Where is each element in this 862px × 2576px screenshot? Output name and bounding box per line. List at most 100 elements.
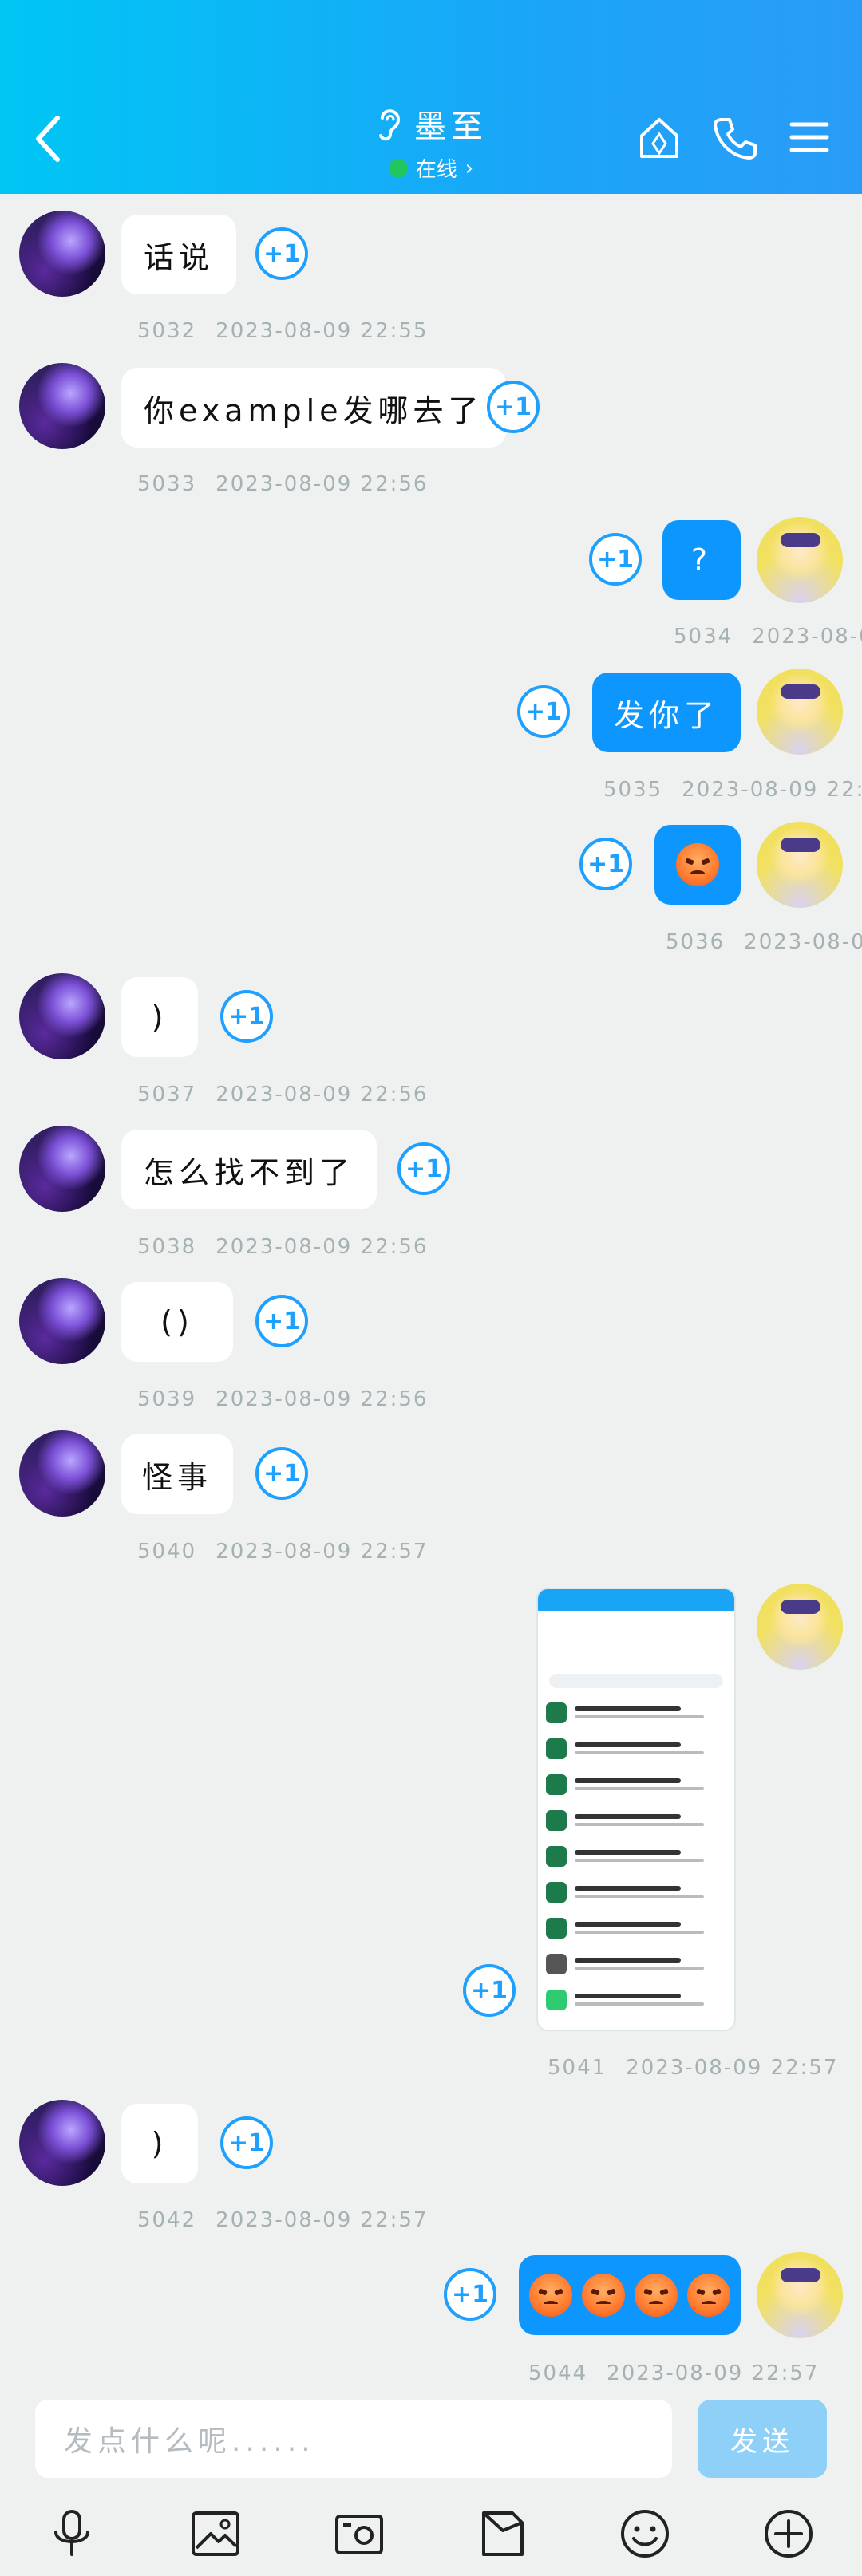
emoji-bubble[interactable] — [519, 2255, 741, 2335]
camera-icon[interactable] — [332, 2507, 386, 2561]
screenshot-file-row — [538, 1766, 734, 1802]
screenshot-header — [538, 1611, 734, 1667]
home-icon[interactable] — [635, 113, 683, 161]
message-id: 5044 — [528, 2361, 588, 2385]
message-bubble[interactable]: 怎么找不到了 — [121, 1130, 378, 1209]
message-meta: 5037 2023-08-09 22:56 — [137, 1083, 447, 1107]
message-id: 5032 — [137, 319, 197, 343]
chat-header: 墨至 在线 › — [0, 0, 862, 194]
message-id: 5035 — [603, 778, 663, 802]
message-bubble[interactable]: 怪事 — [121, 1434, 233, 1514]
screenshot-searchbar — [549, 1674, 723, 1688]
message-bubble[interactable]: () — [121, 1282, 233, 1362]
plus-one-button[interactable]: +1 — [463, 1964, 516, 2017]
plus-one-button[interactable]: +1 — [255, 227, 308, 280]
contact-avatar[interactable] — [19, 1126, 105, 1212]
mic-icon[interactable] — [45, 2507, 99, 2561]
contact-name: 墨至 — [414, 108, 488, 145]
message-time: 2023-08-09 22:57 — [607, 2361, 820, 2385]
message-meta: 5042 2023-08-09 22:57 — [137, 2208, 447, 2232]
message-bubble[interactable]: 发你了 — [592, 673, 741, 752]
message-id: 5038 — [137, 1235, 197, 1259]
contact-avatar[interactable] — [19, 363, 105, 449]
message-id: 5033 — [137, 472, 197, 496]
online-dot-icon — [388, 158, 408, 178]
composer-toolbar — [0, 2499, 862, 2570]
screenshot-image[interactable] — [536, 1588, 736, 2031]
plus-one-button[interactable]: +1 — [517, 685, 570, 738]
phone-icon[interactable] — [710, 113, 758, 161]
plus-one-button[interactable]: +1 — [220, 2116, 273, 2169]
status-text: 在线 — [415, 158, 457, 182]
contact-avatar[interactable] — [19, 211, 105, 297]
plus-one-button[interactable]: +1 — [487, 381, 540, 433]
message-bubble[interactable]: 话说 — [121, 215, 237, 294]
chat-title[interactable]: 墨至 — [374, 101, 488, 147]
message-id: 5040 — [137, 1540, 197, 1564]
message-meta: 5033 2023-08-09 22:56 — [137, 472, 447, 496]
message-id: 5042 — [137, 2208, 197, 2232]
plus-one-button[interactable]: +1 — [579, 838, 632, 890]
emoji-icon[interactable] — [618, 2507, 672, 2561]
message-bubble[interactable]: ? — [662, 520, 741, 600]
message-time: 2023-08-09 22:55 — [216, 319, 429, 343]
ear-icon — [379, 109, 401, 141]
message-meta: 5041 2023-08-09 22:57 — [548, 2056, 857, 2080]
contact-avatar[interactable] — [19, 973, 105, 1059]
message-time: 2023-08-09 22:57 — [216, 1540, 429, 1564]
message-meta: 5035 2023-08-09 22:56 — [603, 778, 862, 802]
send-button[interactable]: 发送 — [698, 2400, 827, 2478]
angry-face-icon — [687, 2274, 730, 2317]
contact-avatar[interactable] — [19, 2100, 105, 2186]
message-time: 2023-08-09 22:56 — [216, 472, 429, 496]
screenshot-file-row — [538, 1982, 734, 2018]
contact-avatar[interactable] — [19, 1430, 105, 1517]
my-avatar[interactable] — [757, 2252, 843, 2338]
contact-avatar[interactable] — [19, 1278, 105, 1364]
message-id: 5041 — [548, 2056, 607, 2080]
my-avatar[interactable] — [757, 822, 843, 908]
message-id: 5034 — [674, 625, 733, 649]
message-time: 2023-08-09 22:56 — [216, 1235, 429, 1259]
message-meta: 5038 2023-08-09 22:56 — [137, 1235, 447, 1259]
message-meta: 5044 2023-08-09 22:57 — [528, 2361, 838, 2385]
screenshot-file-row — [538, 1730, 734, 1766]
my-avatar[interactable] — [757, 517, 843, 603]
screenshot-file-row — [538, 1910, 734, 1946]
message-time: 2023-08-09 22:57 — [216, 2208, 429, 2232]
plus-one-button[interactable]: +1 — [255, 1447, 308, 1500]
plus-one-button[interactable]: +1 — [444, 2268, 496, 2321]
plus-one-button[interactable]: +1 — [589, 533, 642, 586]
chevron-right-icon: › — [465, 156, 474, 180]
plus-icon[interactable] — [761, 2507, 816, 2561]
screenshot-file-row — [538, 1694, 734, 1730]
angry-face-icon — [676, 843, 719, 886]
my-avatar[interactable] — [757, 669, 843, 755]
menu-icon[interactable] — [785, 113, 833, 161]
message-meta: 5036 2023-08-09 — [666, 930, 862, 954]
message-time: 2023-08-09 22:57 — [626, 2056, 839, 2080]
screenshot-statusbar — [538, 1589, 734, 1611]
message-bubble[interactable]: ) — [121, 2104, 198, 2183]
online-status[interactable]: 在线 › — [388, 153, 474, 183]
screenshot-file-row — [538, 1802, 734, 1838]
image-icon[interactable] — [188, 2507, 243, 2561]
emoji-bubble[interactable] — [654, 825, 741, 905]
angry-face-icon — [529, 2274, 572, 2317]
file-icon[interactable] — [476, 2507, 530, 2561]
message-bubble[interactable]: ) — [121, 977, 198, 1057]
message-id: 5037 — [137, 1083, 197, 1107]
message-meta: 5032 2023-08-09 22:55 — [137, 319, 447, 343]
plus-one-button[interactable]: +1 — [220, 990, 273, 1043]
message-input[interactable]: 发点什么呢...... — [35, 2400, 672, 2478]
message-meta: 5040 2023-08-09 22:57 — [137, 1540, 447, 1564]
plus-one-button[interactable]: +1 — [255, 1295, 308, 1347]
screenshot-file-row — [538, 1946, 734, 1982]
message-bubble[interactable]: 你example发哪去了 — [121, 368, 506, 448]
message-meta: 5034 2023-08-09 — [674, 625, 862, 649]
message-id: 5036 — [666, 930, 726, 954]
plus-one-button[interactable]: +1 — [397, 1142, 450, 1195]
my-avatar[interactable] — [757, 1584, 843, 1670]
screenshot-file-row — [538, 1874, 734, 1910]
message-time: 2023-08-09 22:56 — [216, 1387, 429, 1411]
